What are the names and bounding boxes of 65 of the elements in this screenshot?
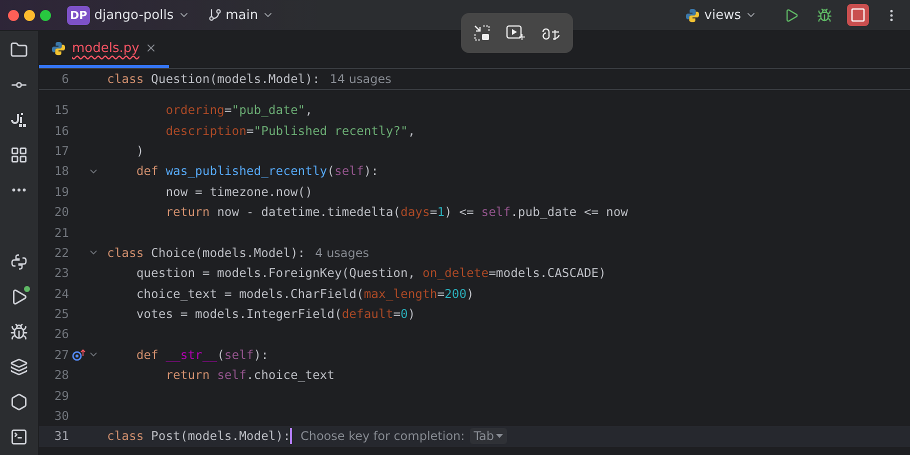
line-number: 17 xyxy=(53,144,69,158)
minimize-window-button[interactable] xyxy=(24,10,35,20)
caret-icon xyxy=(496,434,504,439)
python-icon xyxy=(685,8,700,22)
completion-hint: Choose key for completion: xyxy=(300,429,465,444)
resize-icon[interactable] xyxy=(472,24,491,42)
line-number: 27 xyxy=(53,348,69,362)
code-line: votes = models.IntegerField(default=0) xyxy=(135,307,416,322)
terminal-icon[interactable] xyxy=(10,428,28,446)
dots-grid-icon[interactable] xyxy=(10,111,28,129)
layers-icon[interactable] xyxy=(10,358,28,376)
line-number: 18 xyxy=(53,164,69,178)
tab-label: models.py xyxy=(72,40,140,56)
zoom-window-button[interactable] xyxy=(40,10,51,20)
line-number: 30 xyxy=(53,409,69,424)
line-number: 24 xyxy=(53,286,69,301)
code-line: question = models.ForeignKey(Question, on_delete=models.CASCADE) xyxy=(135,266,606,280)
branch-icon xyxy=(208,8,222,22)
file-tab[interactable]: models.py xyxy=(39,31,170,68)
code-line: return self.choice_text xyxy=(164,368,334,382)
play-icon xyxy=(784,8,799,22)
folder-icon[interactable] xyxy=(10,41,28,59)
code-line: def was_published_recently(self): xyxy=(135,164,379,178)
code-line: return now - datetime.timedelta(days=1) <= self.pub_date <= now xyxy=(164,205,628,220)
code-line: description="Published recently?", xyxy=(164,124,416,138)
close-window-button[interactable] xyxy=(8,10,19,20)
line-number: 15 xyxy=(53,103,69,118)
usages-hint[interactable]: 4 usages xyxy=(315,246,370,260)
python-console-icon[interactable] xyxy=(10,253,28,271)
code-line: now = timezone.now() xyxy=(164,184,312,199)
code-line: class Question(models.Model): xyxy=(107,72,320,86)
line-number: 23 xyxy=(53,266,69,280)
code-line: def __str__(self): xyxy=(135,348,268,362)
stop-button[interactable] xyxy=(847,4,869,26)
line-number: 26 xyxy=(53,327,69,342)
code-line: ) xyxy=(135,144,144,158)
close-tab-icon[interactable] xyxy=(145,42,158,54)
line-number: 22 xyxy=(53,246,69,260)
line-number: 6 xyxy=(60,72,69,86)
line-number: 31 xyxy=(53,429,69,444)
line-number: 25 xyxy=(53,307,69,322)
line-number: 19 xyxy=(53,184,69,199)
python-file-icon xyxy=(51,40,66,56)
structure-icon[interactable] xyxy=(10,146,28,164)
line-number: 16 xyxy=(53,124,69,138)
stop-icon xyxy=(850,7,866,23)
branch-name[interactable]: main xyxy=(226,8,258,22)
services-icon[interactable] xyxy=(10,393,28,411)
line-number: 28 xyxy=(53,368,69,382)
code-line: class Choice(models.Model): xyxy=(107,246,306,260)
code-line: class Post(models.Model): xyxy=(107,429,290,444)
completion-key-dropdown[interactable]: Tab xyxy=(470,428,508,444)
run-icon[interactable] xyxy=(10,288,28,306)
line-number: 20 xyxy=(53,205,69,220)
code-line: ordering="pub_date", xyxy=(164,103,312,118)
project-badge: DP xyxy=(67,6,90,24)
usages-hint[interactable]: 14 usages xyxy=(330,72,392,86)
run-config-name[interactable]: views xyxy=(704,8,741,22)
override-gutter-icon[interactable] xyxy=(72,348,86,361)
bug-icon xyxy=(817,8,832,22)
code-line: choice_text = models.CharField(max_length=200) xyxy=(135,286,474,301)
line-number: 29 xyxy=(53,388,69,403)
line-number: 21 xyxy=(53,226,69,240)
project-name[interactable]: django-polls xyxy=(94,8,174,22)
bug-icon[interactable] xyxy=(10,323,28,341)
